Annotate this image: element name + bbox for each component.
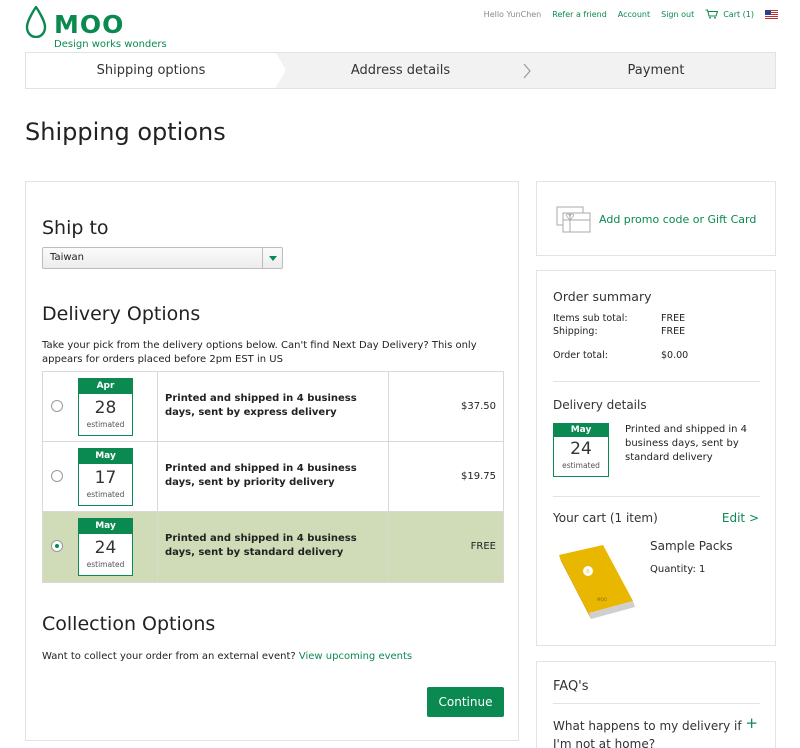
- calendar-icon: May 24 estimated: [78, 518, 133, 576]
- cal-day: 17: [94, 468, 117, 488]
- delivery-options-list: Apr 28 estimated Printed and shipped in …: [42, 371, 504, 583]
- total-value: $0.00: [661, 350, 689, 361]
- plus-icon[interactable]: +: [745, 714, 758, 732]
- option-date-cell: Apr 28 estimated: [43, 372, 158, 441]
- brand-tagline: Design works wonders: [54, 39, 167, 50]
- order-summary: Order summary Items sub total: FREE Ship…: [536, 270, 776, 646]
- edit-cart-link[interactable]: Edit >: [722, 511, 759, 525]
- subtotal-row: Items sub total: FREE: [553, 313, 685, 324]
- collection-options-heading: Collection Options: [42, 613, 216, 635]
- divider: [553, 703, 760, 704]
- shipping-panel: Ship to Taiwan Delivery Options Take you…: [25, 181, 519, 741]
- delivery-details-title: Delivery details: [553, 398, 647, 412]
- product-quantity: Quantity: 1: [650, 564, 706, 575]
- promo-code-box[interactable]: Add promo code or Gift Card: [536, 181, 776, 256]
- step-active-arrow: [276, 53, 286, 87]
- faq-box: FAQ's What happens to my delivery if I'm…: [536, 661, 776, 748]
- subtotal-label: Items sub total:: [553, 313, 628, 324]
- cal-estimated: estimated: [86, 490, 125, 499]
- shipping-label: Shipping:: [553, 326, 598, 337]
- radio-express[interactable]: [51, 400, 63, 412]
- divider: [553, 496, 760, 497]
- delivery-intro-text: Take your pick from the delivery options…: [42, 340, 477, 365]
- calendar-icon: Apr 28 estimated: [78, 378, 133, 436]
- brand-name: MOO: [54, 10, 125, 39]
- chevron-right-icon: [523, 63, 531, 79]
- collection-question: Want to collect your order from an exter…: [42, 651, 296, 662]
- moo-drop-icon: [25, 6, 47, 38]
- option-description: Printed and shipped in 4 business days, …: [165, 533, 357, 558]
- delivery-option-standard[interactable]: May 24 estimated Printed and shipped in …: [43, 512, 503, 582]
- option-date-cell: May 24 estimated: [43, 512, 158, 582]
- option-price: FREE: [388, 512, 504, 582]
- delivery-option-priority[interactable]: May 17 estimated Printed and shipped in …: [43, 442, 503, 512]
- sample-pack-image: ♁ MOO: [559, 545, 635, 619]
- calendar-icon: May 24 estimated: [553, 423, 609, 477]
- option-price: $37.50: [388, 372, 504, 441]
- cal-month: May: [79, 519, 132, 534]
- option-description: Printed and shipped in 4 business days, …: [165, 463, 357, 488]
- collection-text: Want to collect your order from an exter…: [42, 651, 412, 662]
- country-select-value: Taiwan: [50, 252, 85, 263]
- cal-month: May: [554, 424, 608, 437]
- chevron-down-icon: [262, 248, 282, 268]
- step-address-details: Address details: [350, 63, 451, 78]
- faq-title: FAQ's: [553, 679, 589, 694]
- cal-day: 24: [94, 538, 117, 558]
- total-label: Order total:: [553, 350, 608, 361]
- divider: [553, 381, 760, 382]
- step-payment: Payment: [627, 63, 685, 78]
- cart-icon: [705, 9, 719, 19]
- faq-question[interactable]: What happens to my delivery if I'm not a…: [553, 717, 743, 748]
- subtotal-value: FREE: [661, 313, 686, 324]
- cal-day: 24: [570, 439, 592, 459]
- option-price: $19.75: [388, 442, 504, 511]
- product-name: Sample Packs: [650, 539, 733, 553]
- moo-logo[interactable]: MOO Design works wonders: [25, 6, 167, 50]
- account-link[interactable]: Account: [618, 10, 650, 19]
- cart-label: Cart (1): [723, 9, 754, 19]
- shipping-value: FREE: [661, 326, 686, 337]
- view-events-link[interactable]: View upcoming events: [299, 651, 412, 662]
- order-summary-title: Order summary: [553, 289, 652, 304]
- greeting: Hello YunChen: [483, 9, 542, 19]
- us-flag-icon[interactable]: [765, 9, 778, 19]
- sign-out-link[interactable]: Sign out: [661, 10, 694, 19]
- cal-month: Apr: [79, 379, 132, 394]
- option-description: Printed and shipped in 4 business days, …: [165, 393, 357, 418]
- delivery-options-heading: Delivery Options: [42, 303, 201, 325]
- delivery-option-express[interactable]: Apr 28 estimated Printed and shipped in …: [43, 372, 503, 442]
- radio-priority[interactable]: [51, 470, 63, 482]
- cart-link[interactable]: Cart (1): [705, 9, 754, 19]
- promo-link[interactable]: Add promo code or Gift Card: [599, 213, 756, 226]
- page-title: Shipping options: [25, 118, 226, 146]
- radio-standard[interactable]: [51, 540, 63, 552]
- option-date-cell: May 17 estimated: [43, 442, 158, 511]
- svg-text:♁: ♁: [586, 568, 590, 575]
- step-shipping-options: Shipping options: [26, 53, 276, 88]
- ship-to-heading: Ship to: [42, 217, 109, 239]
- refer-friend-link[interactable]: Refer a friend: [552, 10, 607, 19]
- svg-text:MOO: MOO: [597, 597, 607, 602]
- top-nav: Hello YunChen Refer a friend Account Sig…: [473, 9, 778, 19]
- cal-estimated: estimated: [86, 420, 125, 429]
- cal-month: May: [79, 449, 132, 464]
- your-cart-title: Your cart (1 item): [553, 511, 658, 525]
- calendar-icon: May 17 estimated: [78, 448, 133, 506]
- continue-button[interactable]: Continue: [427, 687, 504, 717]
- cal-estimated: estimated: [562, 461, 600, 470]
- country-select[interactable]: Taiwan: [42, 247, 283, 269]
- shipping-row: Shipping: FREE: [553, 326, 685, 337]
- cal-day: 28: [94, 398, 117, 418]
- checkout-steps: Shipping options Address details Payment: [25, 52, 776, 89]
- gift-card-icon: [556, 206, 591, 233]
- total-row: Order total: $0.00: [553, 350, 688, 361]
- cal-estimated: estimated: [86, 560, 125, 569]
- delivery-details-text: Printed and shipped in 4 business days, …: [625, 424, 748, 463]
